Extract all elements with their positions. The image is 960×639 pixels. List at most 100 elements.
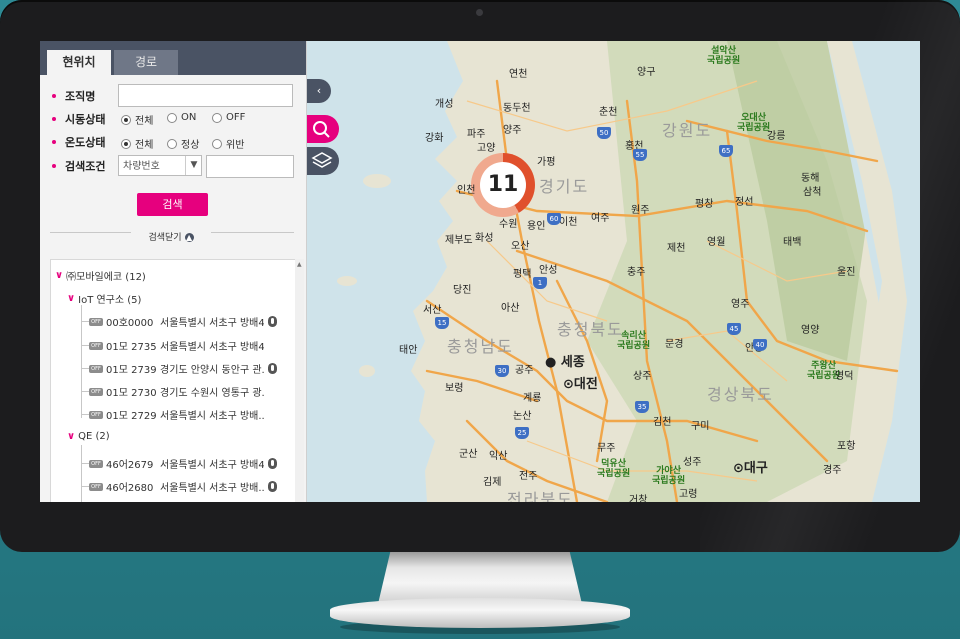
park-label: 속리산 국립공원 bbox=[617, 331, 651, 351]
highway-shield: 55 bbox=[633, 149, 647, 161]
radio-label: 위반 bbox=[226, 140, 245, 151]
vehicle-row[interactable]: OFF 01모 2735 서울특별시 서초구 방배4동 bbox=[81, 338, 264, 353]
radio-label: 전체 bbox=[135, 116, 154, 127]
tree-line bbox=[81, 321, 89, 322]
thermometer-icon bbox=[268, 481, 277, 492]
city-label: 김천 bbox=[653, 417, 672, 428]
city-label: 삼척 bbox=[803, 187, 822, 198]
tab-route[interactable]: 경로 bbox=[114, 50, 178, 75]
tree-group[interactable]: ∨ QE (2) bbox=[67, 431, 110, 442]
city-label-major: ⊙대구 bbox=[733, 461, 768, 476]
city-label: 익산 bbox=[489, 451, 508, 462]
city-label: 강화 bbox=[425, 133, 444, 144]
city-label: 인천 bbox=[457, 185, 476, 196]
tree-scrollbar[interactable] bbox=[295, 259, 304, 502]
map-layers-button[interactable] bbox=[307, 147, 339, 175]
province-label: 경기도 bbox=[539, 177, 590, 196]
chevron-down-icon[interactable]: ▼ bbox=[185, 156, 202, 175]
city-label: 구미 bbox=[691, 421, 710, 432]
vehicle-row[interactable]: OFF 46어2680 서울특별시 서초구 방배... bbox=[81, 479, 277, 494]
city-label: 화성 bbox=[475, 233, 494, 244]
camera-icon bbox=[476, 9, 483, 16]
chevron-left-icon: ‹ bbox=[316, 84, 322, 97]
highway-shield: 65 bbox=[719, 145, 733, 157]
driving-radio-off[interactable]: OFF bbox=[212, 112, 245, 123]
province-label: 경상북도 bbox=[707, 385, 774, 404]
tree-group-label: IoT 연구소 (5) bbox=[78, 295, 142, 306]
thermometer-icon bbox=[268, 316, 277, 327]
highway-shield: 30 bbox=[495, 365, 509, 377]
city-label: 보령 bbox=[445, 383, 464, 394]
search-condition-label: 검색조건 bbox=[65, 160, 106, 173]
search-button[interactable]: 검색 bbox=[137, 193, 208, 216]
driving-radio-on[interactable]: ON bbox=[167, 112, 196, 123]
highway-shield: 25 bbox=[515, 427, 529, 439]
city-label: 경주 bbox=[823, 465, 842, 476]
collapse-icon: ▲ bbox=[184, 233, 194, 242]
city-label: 상주 bbox=[633, 371, 652, 382]
tab-bar: 현위치 경로 bbox=[40, 41, 306, 75]
driving-radio-all[interactable]: 전체 bbox=[121, 112, 153, 127]
bullet-icon bbox=[52, 117, 56, 121]
scroll-up-icon[interactable]: ▲ bbox=[297, 261, 302, 268]
city-label: 파주 bbox=[467, 129, 486, 140]
map-search-button[interactable] bbox=[307, 115, 339, 143]
chevron-down-icon: ∨ bbox=[67, 293, 76, 304]
vehicle-address: 경기도 수원시 영통구 광... bbox=[160, 388, 264, 399]
temp-radio-violation[interactable]: 위반 bbox=[212, 136, 244, 151]
city-label: 가평 bbox=[537, 157, 556, 168]
city-label-major: ● 세종 bbox=[545, 355, 585, 370]
city-label: 평택 bbox=[513, 269, 532, 280]
vehicle-plate: 01모 2735 bbox=[106, 342, 157, 353]
vehicle-address: 서울특별시 서초구 방배4동 bbox=[160, 460, 264, 471]
city-label: 양구 bbox=[637, 67, 656, 78]
vehicle-row[interactable]: OFF 01모 2730 경기도 수원시 영통구 광... bbox=[81, 384, 264, 399]
city-label: 동두천 bbox=[503, 103, 531, 114]
search-condition-input[interactable] bbox=[206, 155, 294, 178]
park-label: 가야산 국립공원 bbox=[652, 466, 686, 486]
map-view[interactable]: ‹ 11 강원도 경기도 충청북도 충청남도 경상북도 전라북도 설악산 국립공원… bbox=[307, 41, 920, 502]
city-label: 계룡 bbox=[523, 393, 542, 404]
city-label: 원주 bbox=[631, 205, 650, 216]
city-label: 오산 bbox=[511, 241, 530, 252]
car-icon: OFF bbox=[89, 341, 103, 350]
city-label: 이천 bbox=[559, 217, 578, 228]
tree-line bbox=[81, 486, 89, 487]
city-label: 영월 bbox=[707, 237, 726, 248]
temp-radio-all[interactable]: 전체 bbox=[121, 136, 153, 151]
vehicle-row[interactable]: OFF 01모 2739 경기도 안양시 동안구 관... bbox=[81, 361, 277, 376]
temp-label: 온도상태 bbox=[65, 136, 106, 149]
city-label: 김제 bbox=[483, 477, 502, 488]
org-input[interactable] bbox=[118, 84, 293, 107]
city-label: 무주 bbox=[597, 443, 616, 454]
vehicle-row[interactable]: OFF 00호0000 서울특별시 서초구 방배4동 bbox=[81, 314, 277, 329]
car-icon: OFF bbox=[89, 410, 103, 419]
city-label: 문경 bbox=[665, 339, 684, 350]
tab-current-location[interactable]: 현위치 bbox=[47, 50, 111, 75]
city-label: 고령 bbox=[679, 489, 698, 500]
collapse-panel-button[interactable]: ‹ bbox=[307, 79, 331, 103]
monitor-foot bbox=[330, 598, 630, 628]
search-condition-row: 검색조건 bbox=[52, 155, 117, 177]
radio-icon bbox=[167, 112, 177, 123]
car-icon: OFF bbox=[89, 459, 103, 468]
vehicle-plate: 01모 2739 bbox=[106, 365, 157, 376]
province-label: 전라북도 bbox=[507, 490, 574, 502]
tree-root[interactable]: ∨ ㈜모바일에코 (12) bbox=[55, 268, 146, 283]
radio-icon bbox=[121, 138, 131, 149]
bullet-icon bbox=[52, 94, 56, 98]
vehicle-row[interactable]: OFF 46어2679 서울특별시 서초구 방배4동 bbox=[81, 456, 277, 471]
close-search-label: 검색닫기 bbox=[148, 233, 182, 243]
vehicle-address: 서울특별시 서초구 방배4동 bbox=[160, 318, 264, 329]
vehicle-row[interactable]: OFF 01모 2729 서울특별시 서초구 방배... bbox=[81, 407, 264, 422]
tree-group[interactable]: ∨ IoT 연구소 (5) bbox=[67, 291, 141, 306]
city-label: 거창 bbox=[629, 495, 648, 502]
close-search-toggle[interactable]: 검색닫기 ▲ bbox=[131, 232, 211, 245]
city-label: 전주 bbox=[519, 471, 538, 482]
city-label: 정선 bbox=[735, 197, 754, 208]
vehicle-cluster-marker[interactable]: 11 bbox=[471, 153, 535, 217]
car-icon: OFF bbox=[89, 364, 103, 373]
temp-radio-normal[interactable]: 정상 bbox=[167, 136, 199, 151]
city-label: 수원 bbox=[499, 219, 518, 230]
city-label: 고양 bbox=[477, 143, 496, 154]
